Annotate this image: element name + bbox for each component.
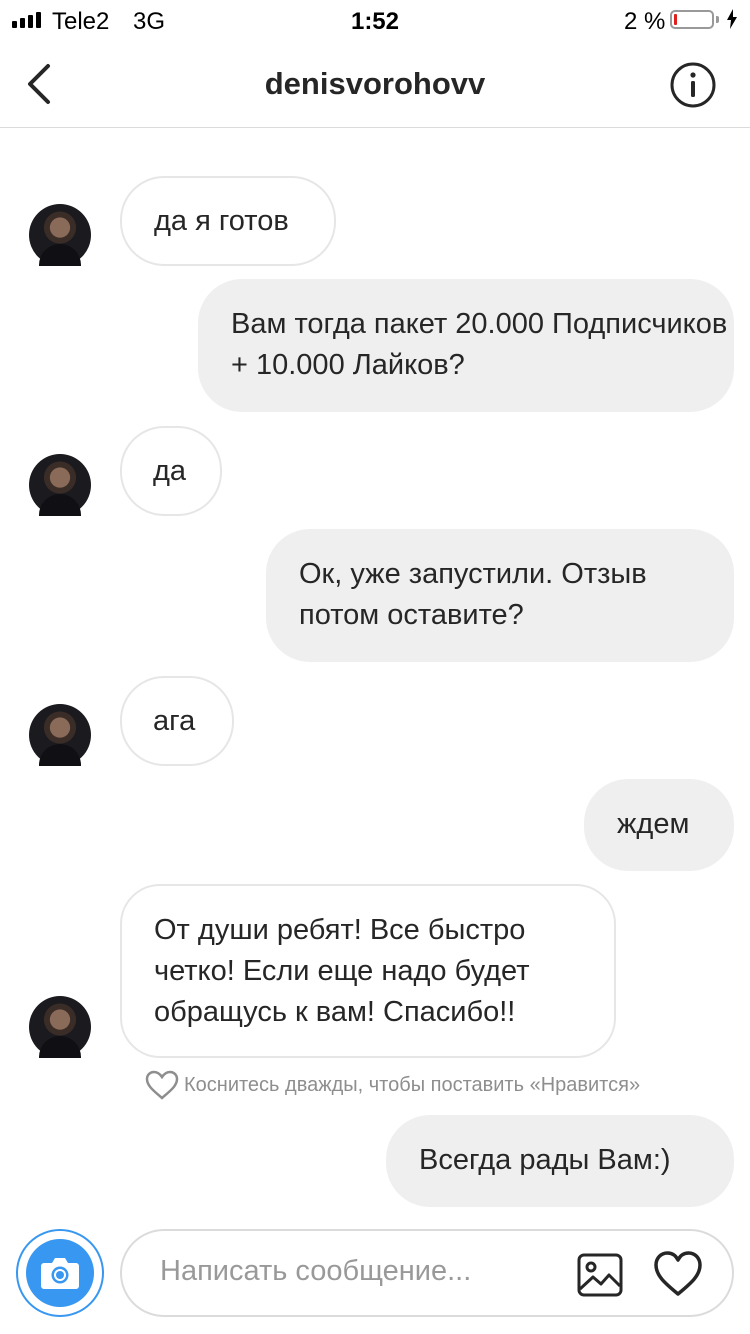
avatar[interactable]	[29, 454, 91, 516]
heart-outline-icon[interactable]	[144, 1069, 180, 1101]
avatar[interactable]	[29, 704, 91, 766]
battery-percent: 2 %	[624, 8, 666, 35]
message-text: ждем	[617, 808, 690, 840]
gallery-icon[interactable]	[577, 1253, 623, 1297]
avatar[interactable]	[29, 996, 91, 1058]
message-text: Вам тогда пакет 20.000 Подписчиков + 10.…	[231, 308, 728, 381]
incoming-message[interactable]: ага	[120, 676, 234, 766]
like-hint-text: Коснитесь дважды, чтобы поставить «Нрави…	[184, 1073, 641, 1096]
outgoing-message[interactable]: ждем	[584, 779, 734, 871]
info-icon[interactable]	[670, 62, 716, 108]
camera-icon	[41, 1258, 79, 1289]
message-text: От души ребят! Все быстро четко! Если ещ…	[154, 914, 530, 1028]
battery-icon	[670, 10, 714, 29]
message-text: да я готов	[154, 205, 289, 237]
chat-header: denisvorohovv	[0, 42, 750, 128]
outgoing-message[interactable]: Всегда рады Вам:)	[386, 1115, 734, 1207]
message-text: Всегда рады Вам:)	[419, 1144, 671, 1176]
avatar[interactable]	[29, 204, 91, 266]
message-input[interactable]: Написать сообщение...	[160, 1255, 471, 1288]
message-text: Ок, уже запустили. Отзыв потом оставите?	[299, 558, 647, 631]
outgoing-message[interactable]: Ок, уже запустили. Отзыв потом оставите?	[266, 529, 734, 662]
chat-username[interactable]: denisvorohovv	[0, 66, 750, 102]
incoming-message[interactable]: От души ребят! Все быстро четко! Если ещ…	[120, 884, 616, 1058]
outgoing-message[interactable]: Вам тогда пакет 20.000 Подписчиков + 10.…	[198, 279, 734, 412]
message-text: ага	[153, 705, 196, 737]
message-composer[interactable]: Написать сообщение...	[120, 1229, 734, 1317]
incoming-message[interactable]: да я готов	[120, 176, 336, 266]
message-text: да	[153, 455, 187, 487]
incoming-message[interactable]: да	[120, 426, 222, 516]
heart-icon[interactable]	[652, 1249, 704, 1299]
camera-button[interactable]	[16, 1229, 104, 1317]
charging-icon	[727, 9, 737, 29]
status-bar: Tele2 3G 1:52 2 %	[0, 0, 750, 42]
like-hint: Коснитесь дважды, чтобы поставить «Нрави…	[144, 1069, 640, 1101]
